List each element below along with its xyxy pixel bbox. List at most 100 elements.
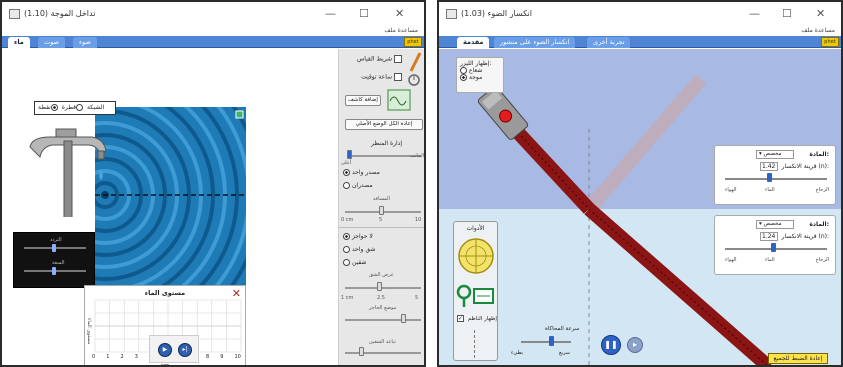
incident-beam	[505, 120, 595, 214]
barrier-position-knob[interactable]	[401, 314, 406, 323]
tab-bar: تجربة أخرى انكسار الضوء على منشور مقدمة …	[439, 36, 841, 48]
add-detector-button[interactable]: إضافة كاشف	[345, 95, 381, 106]
stopwatch-row[interactable]: ساعة توقيت	[361, 73, 404, 81]
refractive-index-knob[interactable]	[767, 173, 772, 182]
refractive-index-knob[interactable]	[771, 243, 776, 252]
tab-sound[interactable]: صوت	[38, 37, 65, 48]
graph-x-tick: 2	[120, 354, 124, 360]
light-refraction-window: (1.03) انكسار الضوء — ☐ ✕ مساعدة ملف تجر…	[437, 0, 843, 367]
barrier-position-track	[345, 319, 421, 321]
refractive-index-label: قرينة الانكسار (n):	[781, 163, 829, 170]
faucet-slider-panel: التردد السعة	[13, 232, 95, 288]
material-dropdown[interactable]: ▾ مخصص	[756, 150, 794, 159]
tools-panel: الأدوات ✓ إظهار الناظم	[453, 221, 498, 361]
wave-pattern	[95, 107, 246, 285]
laser-view-box: إظهار الليزر: شعاع موجة	[456, 57, 504, 93]
graph-x-label: cm	[160, 363, 170, 367]
show-normal-row[interactable]: ✓ إظهار الناظم	[457, 315, 497, 322]
slit-separation-knob[interactable]	[359, 347, 364, 356]
tab-bar: ضوء صوت ماء phet	[2, 36, 424, 48]
barrier-radio-2[interactable]: شق واحد	[343, 246, 422, 253]
bottom-medium-panel: المادة: ▾ مخصص قرينة الانكسار (n): 1.24 …	[714, 215, 836, 275]
barrier-radio-1[interactable]: لا حواجز	[343, 233, 422, 240]
simulation-area: الشبكة قطرة نقطة التردد السعة مستوى الما…	[2, 49, 338, 367]
ray-option[interactable]: شعاع	[460, 67, 500, 74]
detector-icon	[387, 89, 411, 111]
close-icon[interactable]: ✕	[395, 7, 404, 20]
show-normal-checkbox[interactable]: ✓	[457, 315, 464, 322]
view-knob[interactable]	[347, 150, 352, 159]
step-button[interactable]: ▸	[627, 337, 643, 353]
speed-knob[interactable]	[549, 336, 554, 346]
graph-x-tick: 0	[92, 354, 96, 360]
intensity-meter-icon[interactable]	[456, 283, 496, 309]
laser-pointer[interactable]	[477, 85, 529, 140]
graph-x-tick: 9	[220, 354, 224, 360]
slit-width-label: عرض الشق	[369, 272, 394, 278]
drop-mode-selector[interactable]: الشبكة قطرة نقطة	[34, 101, 116, 115]
source-radio-2[interactable]: مصدران	[343, 182, 422, 189]
tab-intro[interactable]: مقدمة	[457, 37, 490, 48]
close-icon[interactable]: ✕	[816, 7, 825, 20]
maximize-icon[interactable]: ☐	[359, 7, 369, 20]
water-tank[interactable]	[95, 107, 246, 285]
speed-track	[521, 341, 571, 343]
tab-more-tools[interactable]: تجربة أخرى	[587, 37, 631, 48]
title-bar: (1.10) تداخل الموجة — ☐ ✕	[2, 2, 424, 26]
minimize-icon[interactable]: —	[749, 7, 760, 20]
speed-label: سرعة المحاكاة	[545, 326, 580, 332]
top-medium-panel: المادة: ▾ مخصص قرينة الانكسار (n): 1.42 …	[714, 145, 836, 205]
control-panel: شريط القياس ساعة توقيت إضافة كاشف إعادة …	[338, 49, 424, 365]
frequency-knob[interactable]	[52, 244, 56, 252]
protractor-icon[interactable]	[456, 236, 496, 276]
material-label: المادة:	[809, 221, 829, 228]
slit-separation-track	[345, 352, 421, 354]
slit-width-track	[345, 287, 421, 289]
pause-button[interactable]: ❚❚	[601, 335, 621, 355]
refractive-index-field[interactable]: 1.42	[760, 162, 778, 171]
tools-title: الأدوات	[466, 225, 485, 232]
step-button[interactable]: ▸|	[178, 343, 192, 357]
stopwatch-checkbox[interactable]	[394, 73, 402, 81]
app-icon	[9, 9, 20, 19]
menu-bar[interactable]: مساعدة ملف	[2, 27, 424, 36]
wave-option[interactable]: موجة	[460, 74, 500, 81]
wave-interference-window: (1.10) تداخل الموجة — ☐ ✕ مساعدة ملف ضوء…	[0, 0, 426, 367]
amplitude-knob[interactable]	[52, 267, 56, 275]
phet-logo: phet	[404, 37, 422, 47]
title-bar: (1.03) انكسار الضوء — ☐ ✕	[439, 2, 841, 26]
barrier-radio-3[interactable]: شقين	[343, 259, 422, 266]
faucet-icon[interactable]	[22, 117, 112, 217]
material-dropdown[interactable]: ▾ مخصص	[756, 220, 794, 229]
barrier-position-label: موضع الحاجز	[369, 305, 397, 311]
reset-all-button[interactable]: إعادة الضبط للجميع	[768, 353, 828, 364]
view-label: إدارة المنظر	[371, 140, 402, 147]
graph-x-tick: 3	[134, 354, 138, 360]
amplitude-label: السعة	[52, 260, 65, 266]
mode-radio-2[interactable]	[50, 104, 58, 111]
slit-separation-label: تباعد الشقين	[369, 339, 396, 345]
normal-tool-line	[474, 330, 475, 358]
refractive-index-field[interactable]: 1.24	[760, 232, 778, 241]
refractive-index-track	[725, 178, 827, 180]
refractive-index-track	[725, 248, 827, 250]
measuring-tape-checkbox[interactable]	[394, 55, 402, 63]
reset-button[interactable]: إعادة الكل الوضع الأصلي	[345, 119, 423, 130]
tab-prisms[interactable]: انكسار الضوء على منشور	[494, 37, 576, 48]
separation-label: المسافة	[373, 196, 390, 202]
mode-radio-1[interactable]	[76, 104, 84, 111]
play-button[interactable]: ▶	[158, 343, 172, 357]
maximize-icon[interactable]: ☐	[782, 7, 792, 20]
source-radio-1[interactable]: مصدر واحد	[343, 169, 422, 176]
stopwatch-icon	[408, 74, 420, 86]
minimize-icon[interactable]: —	[325, 7, 336, 20]
separation-knob[interactable]	[379, 206, 384, 215]
tab-water[interactable]: ماء	[8, 37, 30, 48]
slit-width-knob[interactable]	[377, 282, 382, 291]
simulation-area: إظهار الليزر: شعاع موجة المادة: ▾ مخصص ق…	[439, 49, 841, 365]
ruler-icon	[409, 52, 422, 72]
measuring-tape-row[interactable]: شريط القياس	[357, 55, 404, 63]
menu-bar[interactable]: مساعدة ملف	[439, 27, 841, 36]
tab-light[interactable]: ضوء	[73, 37, 97, 48]
graph-x-tick: 1	[106, 354, 110, 360]
